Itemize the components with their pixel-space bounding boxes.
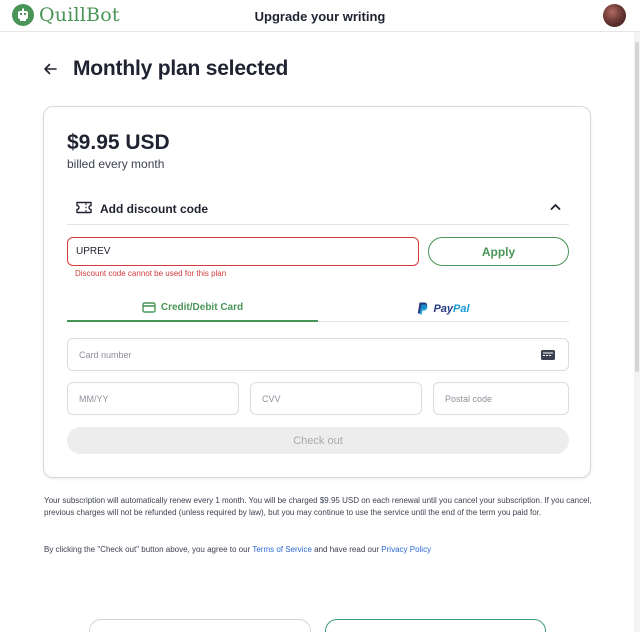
plan-price: $9.95 USD — [67, 131, 170, 154]
credit-card-icon — [142, 302, 156, 313]
renewal-disclaimer: Your subscription will automatically ren… — [44, 496, 592, 517]
chevron-up-icon — [550, 204, 561, 210]
top-bar: QuillBot Upgrade your writing — [0, 0, 640, 32]
terms-of-service-link[interactable]: Terms of Service — [252, 545, 312, 554]
paypal-wordmark: PayPal — [433, 303, 469, 315]
billing-frequency: billed every month — [67, 157, 165, 171]
bottom-primary-button[interactable] — [325, 619, 546, 632]
discount-toggle[interactable]: Add discount code — [67, 193, 569, 225]
paypal-wordmark-pay: Pay — [433, 302, 454, 315]
discount-label: Add discount code — [100, 202, 208, 216]
discount-error-message: Discount code cannot be used for this pl… — [75, 269, 227, 278]
checkout-button[interactable]: Check out — [67, 427, 569, 454]
ticket-icon — [76, 201, 92, 214]
checkout-card: $9.95 USD billed every month Add discoun… — [43, 106, 591, 478]
agree-middle: and have read our — [311, 545, 382, 554]
cvv-input[interactable] — [250, 382, 422, 415]
privacy-policy-link[interactable]: Privacy Policy — [381, 545, 431, 554]
payment-method-tabs: Credit/Debit Card PayPal — [67, 295, 569, 322]
card-chip-icon — [541, 350, 555, 360]
discount-code-input[interactable] — [67, 237, 419, 266]
terms-agreement: By clicking the "Check out" button above… — [44, 545, 596, 554]
paypal-wordmark-pal: Pal — [453, 302, 470, 315]
agree-prefix: By clicking the "Check out" button above… — [44, 545, 253, 554]
tab-credit-debit-card[interactable]: Credit/Debit Card — [67, 295, 318, 322]
tab-credit-debit-card-label: Credit/Debit Card — [160, 302, 244, 313]
arrow-left-icon — [44, 63, 57, 75]
scrollbar-thumb[interactable] — [635, 42, 639, 372]
header-title: Upgrade your writing — [254, 9, 386, 24]
apply-button[interactable]: Apply — [428, 237, 569, 266]
expiry-input[interactable] — [67, 382, 239, 415]
page-title: Monthly plan selected — [73, 57, 289, 80]
back-button[interactable] — [42, 60, 58, 78]
page-scrollbar[interactable] — [634, 32, 640, 632]
card-number-input[interactable] — [67, 338, 569, 371]
paypal-icon — [418, 302, 428, 315]
postal-code-input[interactable] — [433, 382, 569, 415]
avatar[interactable] — [603, 4, 626, 27]
tab-paypal[interactable]: PayPal — [318, 295, 569, 322]
bottom-secondary-button[interactable] — [89, 619, 311, 632]
